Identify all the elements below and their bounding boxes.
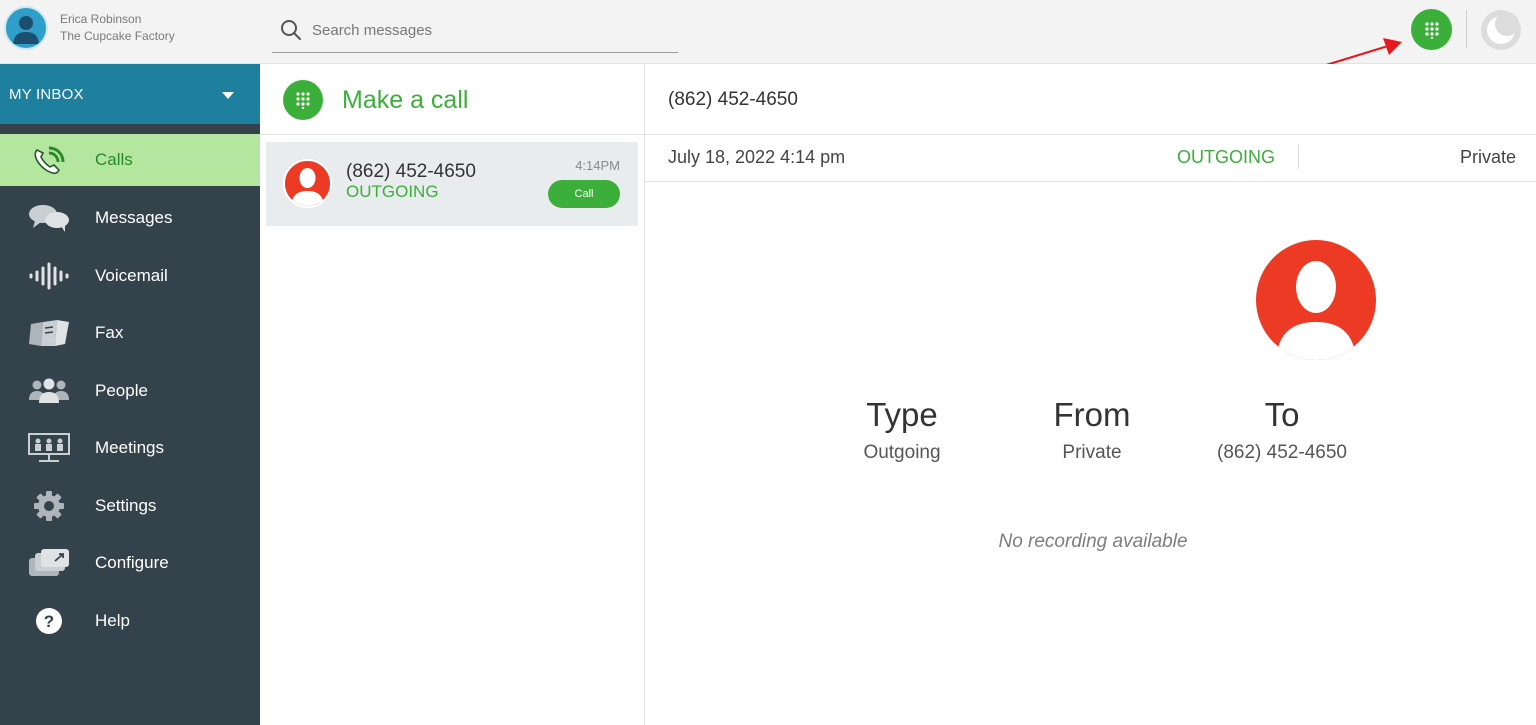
call-list-item[interactable]: (862) 452-4650 OUTGOING 4:14PM Call — [266, 142, 638, 226]
search-bar — [272, 10, 678, 53]
dialpad-button[interactable] — [1411, 9, 1452, 50]
sidebar-item-label: Calls — [95, 150, 133, 169]
call-date: July 18, 2022 4:14 pm — [668, 147, 846, 167]
detail-header: (862) 452-4650 — [645, 64, 1536, 135]
gear-icon — [26, 488, 72, 524]
call-back-button[interactable]: Call — [548, 180, 620, 208]
type-column: Type Outgoing — [802, 396, 1002, 464]
to-heading: To — [1264, 396, 1300, 433]
sidebar-item-configure[interactable]: Configure — [0, 537, 260, 589]
help-icon: ? — [26, 603, 72, 639]
call-direction: OUTGOING — [346, 182, 439, 201]
sidebar-item-calls[interactable]: Calls — [0, 134, 260, 186]
person-icon — [1276, 261, 1356, 360]
sidebar-item-label: Fax — [95, 323, 124, 342]
meetings-icon — [26, 430, 72, 466]
moon-icon — [1487, 12, 1519, 44]
call-direction-badge: OUTGOING — [1177, 147, 1275, 167]
contact-avatar-large — [1256, 240, 1376, 360]
sidebar-item-label: Voicemail — [95, 266, 168, 285]
chat-bubbles-icon — [26, 200, 72, 236]
sidebar-item-people[interactable]: People — [0, 365, 260, 417]
make-call-label: Make a call — [342, 86, 469, 114]
dialpad-icon — [283, 80, 323, 120]
sidebar-item-label: Help — [95, 611, 130, 630]
from-column: From Private — [992, 396, 1192, 464]
sidebar-item-label: Configure — [95, 553, 169, 572]
sidebar-item-voicemail[interactable]: Voicemail — [0, 250, 260, 302]
sidebar-item-messages[interactable]: Messages — [0, 192, 260, 244]
call-detail-panel: (862) 452-4650 July 18, 2022 4:14 pm OUT… — [645, 64, 1536, 725]
sidebar: MY INBOX Calls Messages Voicemail Fax Pe… — [0, 64, 260, 725]
contact-avatar — [283, 159, 332, 208]
configure-icon — [26, 545, 72, 581]
phone-icon — [26, 142, 72, 178]
caller-privacy: Private — [1459, 147, 1516, 167]
detail-meta-row: July 18, 2022 4:14 pm OUTGOING Private — [645, 135, 1536, 182]
person-icon — [13, 16, 39, 44]
type-value: Outgoing — [863, 442, 941, 463]
sidebar-item-label: Meetings — [95, 438, 164, 457]
fax-icon — [26, 315, 72, 351]
call-list-panel: Make a call (862) 452-4650 OUTGOING 4:14… — [260, 64, 645, 725]
svg-text:?: ? — [44, 612, 54, 631]
sidebar-item-label: Settings — [95, 496, 157, 515]
meta-divider — [1298, 145, 1299, 169]
sidebar-item-label: People — [95, 381, 148, 400]
from-heading: From — [1053, 396, 1131, 433]
person-icon — [291, 168, 324, 206]
top-bar: Erica Robinson The Cupcake Factory — [0, 0, 1536, 64]
people-icon — [26, 373, 72, 409]
inbox-selector[interactable]: MY INBOX — [0, 64, 260, 124]
sidebar-item-help[interactable]: ? Help — [0, 595, 260, 647]
no-recording-message: No recording available — [998, 531, 1188, 552]
dark-mode-toggle[interactable] — [1481, 10, 1521, 50]
search-icon[interactable] — [280, 19, 302, 46]
caret-down-icon — [222, 92, 234, 99]
call-time: 4:14PM — [575, 158, 620, 173]
sidebar-item-meetings[interactable]: Meetings — [0, 422, 260, 474]
type-heading: Type — [866, 396, 938, 433]
sidebar-item-settings[interactable]: Settings — [0, 480, 260, 532]
search-input[interactable] — [312, 18, 662, 42]
to-column: To (862) 452-4650 — [1182, 396, 1382, 464]
to-value: (862) 452-4650 — [1217, 442, 1347, 463]
user-name: Erica Robinson — [60, 12, 142, 26]
inbox-label: MY INBOX — [9, 85, 84, 103]
voicemail-wave-icon — [26, 258, 72, 294]
user-avatar[interactable] — [4, 6, 48, 50]
sidebar-item-fax[interactable]: Fax — [0, 307, 260, 359]
make-call-button[interactable]: Make a call — [260, 64, 645, 135]
sidebar-item-label: Messages — [95, 208, 173, 227]
dialpad-icon — [1424, 21, 1439, 39]
user-company: The Cupcake Factory — [60, 29, 175, 43]
call-number: (862) 452-4650 — [346, 161, 476, 182]
from-value: Private — [1062, 442, 1122, 463]
detail-number: (862) 452-4650 — [668, 89, 798, 110]
toolbar-divider — [1466, 10, 1467, 48]
